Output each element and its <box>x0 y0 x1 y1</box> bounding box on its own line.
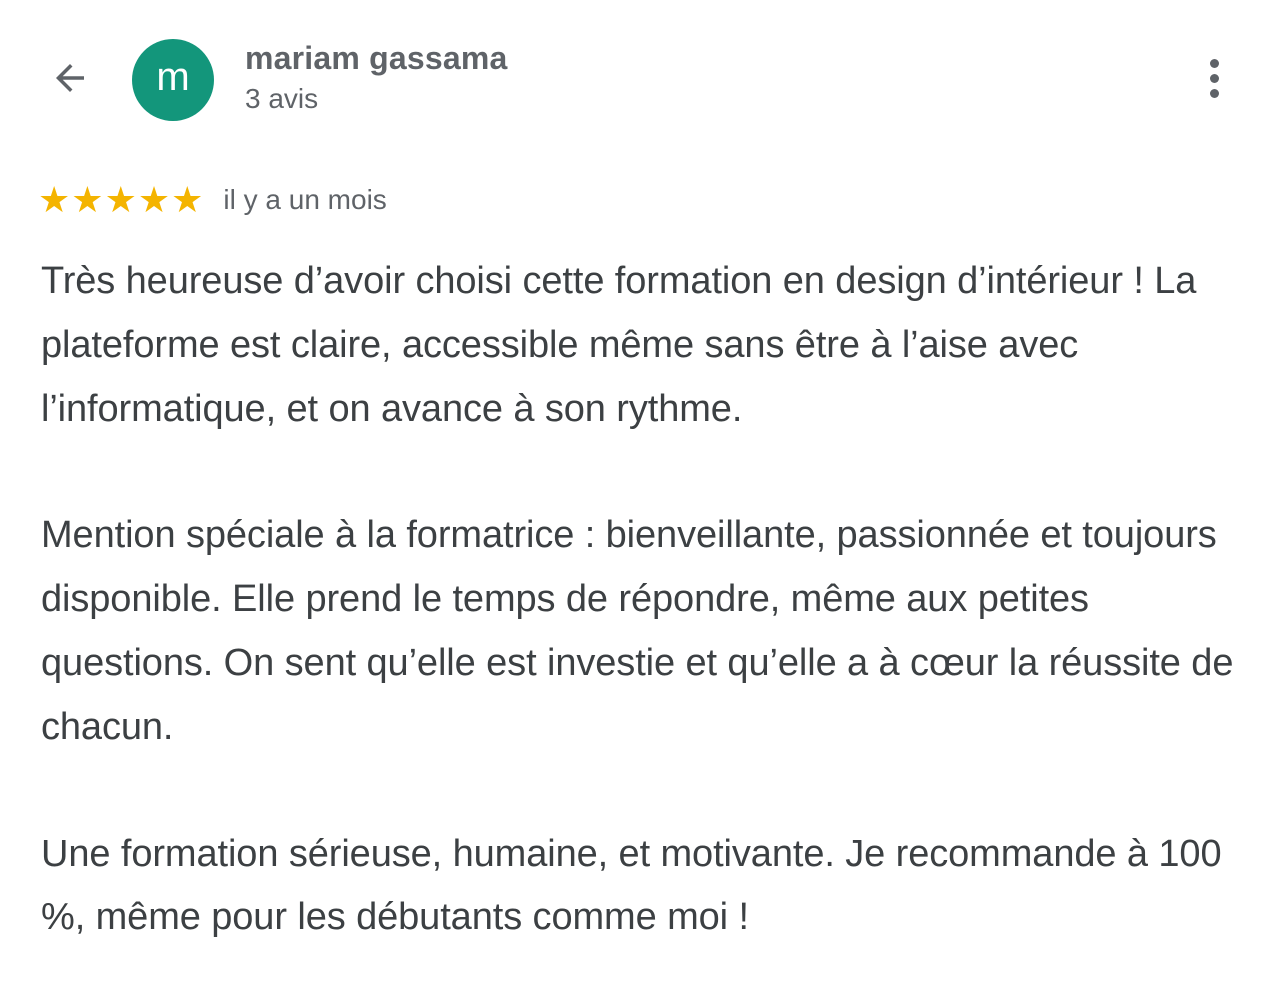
star-icon: ★ <box>38 179 71 220</box>
rating-row: ★ ★ ★ ★ ★ il y a un mois <box>38 178 387 222</box>
review-text: Très heureuse d’avoir choisi cette forma… <box>41 250 1256 950</box>
more-vert-icon <box>1209 73 1219 83</box>
user-name[interactable]: mariam gassama <box>245 40 508 77</box>
arrow-back-icon <box>56 64 84 92</box>
star-icon: ★ <box>137 179 171 220</box>
more-options-button[interactable] <box>1192 52 1236 104</box>
review-paragraph: Mention spéciale à la formatrice : bienv… <box>41 514 1234 748</box>
review-header: m mariam gassama 3 avis <box>0 0 1284 150</box>
review-paragraph: Une formation sérieuse, humaine, et moti… <box>41 832 1222 939</box>
more-vert-icon <box>1209 88 1219 98</box>
review-date: il y a un mois <box>223 184 387 215</box>
star-icon: ★ <box>171 179 204 220</box>
star-rating: ★ ★ ★ ★ ★ <box>38 182 203 218</box>
avatar[interactable]: m <box>132 39 214 121</box>
star-icon: ★ <box>71 179 104 220</box>
review-count: 3 avis <box>245 83 319 114</box>
back-button[interactable] <box>40 50 100 106</box>
star-icon: ★ <box>104 179 137 220</box>
avatar-letter: m <box>156 55 190 99</box>
more-vert-icon <box>1209 58 1219 68</box>
review-paragraph: Très heureuse d’avoir choisi cette forma… <box>41 260 1197 430</box>
